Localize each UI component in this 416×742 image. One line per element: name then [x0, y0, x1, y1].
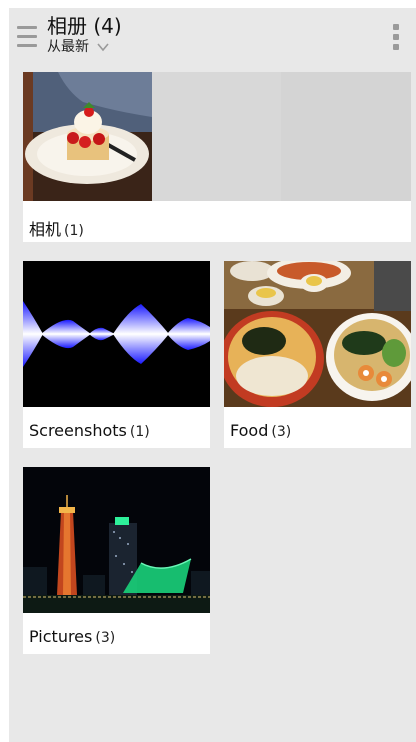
cake-photo-image	[23, 72, 411, 201]
album-thumbnail-camera	[23, 72, 411, 201]
album-thumbnail-screenshots	[23, 261, 210, 407]
album-screen: 相册 (4) 从最新 相机 (1) Screenshots (1) Food (…	[9, 8, 416, 742]
album-thumbnail-food	[224, 261, 411, 407]
title-dropdown[interactable]: 相册 (4) 从最新	[47, 14, 122, 56]
album-label-camera: 相机 (1)	[29, 220, 84, 239]
food-image	[224, 261, 411, 407]
album-card-food[interactable]: Food (3)	[224, 261, 411, 448]
album-card-screenshots[interactable]: Screenshots (1)	[23, 261, 210, 448]
album-card-pictures[interactable]: Pictures (3)	[23, 467, 210, 654]
night-port-image	[23, 467, 210, 613]
album-card-camera[interactable]: 相机 (1)	[23, 72, 411, 242]
wave-image	[23, 261, 210, 407]
overflow-menu-icon[interactable]	[392, 24, 400, 52]
album-label-screenshots: Screenshots (1)	[29, 421, 150, 440]
menu-icon[interactable]	[17, 26, 37, 50]
album-label-pictures: Pictures (3)	[29, 627, 116, 646]
action-bar: 相册 (4) 从最新	[9, 8, 416, 66]
album-thumbnail-pictures	[23, 467, 210, 613]
page-title: 相册 (4)	[47, 14, 122, 38]
album-label-food: Food (3)	[230, 421, 292, 440]
chevron-down-icon	[97, 43, 109, 52]
sort-subtitle: 从最新	[47, 39, 89, 55]
